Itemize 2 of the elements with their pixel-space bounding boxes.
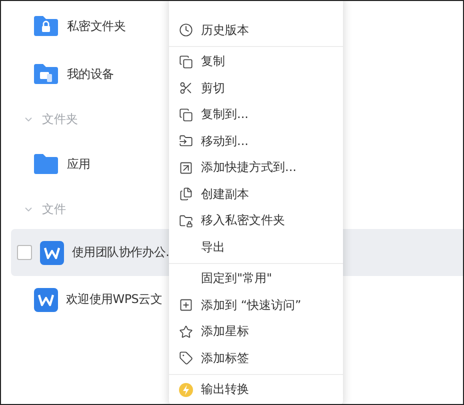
section-header: 文件 [42,200,66,218]
section-header: 文件夹 [42,110,78,128]
